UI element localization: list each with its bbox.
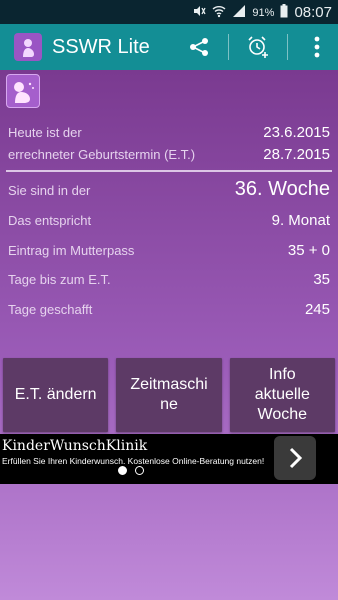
ad-banner[interactable]: KinderWunschKlinik Erfüllen Sie Ihren Ki… (0, 434, 338, 484)
ad-text: Erfüllen Sie Ihren Kinderwunsch. Kostenl… (2, 456, 265, 466)
due-date-label: errechneter Geburtstermin (E.T.) (8, 147, 196, 162)
month-value: 9. Monat (271, 212, 330, 229)
due-date-row: errechneter Geburtstermin (E.T.) 28.7.20… (8, 146, 330, 163)
mutterpass-label: Eintrag im Mutterpass (8, 243, 135, 258)
pager-dot-active (118, 466, 127, 475)
app-icon[interactable] (14, 33, 42, 61)
mutterpass-row: Eintrag im Mutterpass 35 + 0 (8, 242, 330, 259)
main-content: Heute ist der 23.6.2015 errechneter Gebu… (0, 70, 338, 600)
signal-icon (232, 4, 246, 21)
days-done-value: 245 (304, 301, 330, 318)
info-current-week-label: Info aktuelle Woche (254, 366, 310, 423)
due-date-value: 28.7.2015 (263, 146, 330, 163)
today-row: Heute ist der 23.6.2015 (8, 124, 330, 141)
app-title: SSWR Lite (52, 35, 150, 58)
days-left-label: Tage bis zum E.T. (8, 272, 111, 287)
chevron-right-icon[interactable] (274, 436, 316, 480)
wifi-icon (212, 4, 226, 21)
ad-title: KinderWunschKlinik (2, 438, 148, 454)
month-row: Das entspricht 9. Monat (8, 212, 330, 229)
clock: 08:07 (294, 4, 332, 21)
divider (6, 170, 332, 172)
week-row: Sie sind in der 36. Woche (8, 178, 330, 201)
days-left-row: Tage bis zum E.T. 35 (8, 271, 330, 288)
time-machine-label: Zeitmaschi ne (130, 376, 208, 413)
pager-dot (135, 466, 144, 475)
change-due-date-button[interactable]: E.T. ändern (3, 358, 109, 432)
week-value: 36. Woche (234, 178, 330, 200)
time-machine-button[interactable]: Zeitmaschi ne (116, 358, 222, 432)
share-icon[interactable] (178, 24, 220, 70)
change-due-date-label: E.T. ändern (14, 386, 97, 403)
info-current-week-button[interactable]: Info aktuelle Woche (229, 358, 335, 432)
mute-icon (192, 4, 207, 21)
overflow-menu-icon[interactable] (296, 24, 338, 70)
days-done-row: Tage geschafft 245 (8, 301, 330, 318)
divider (228, 34, 229, 60)
status-bar: 91% 08:07 (0, 0, 338, 24)
pregnancy-logo-icon (6, 74, 40, 108)
battery-percent: 91% (252, 6, 275, 19)
add-alarm-icon[interactable] (237, 24, 279, 70)
divider (287, 34, 288, 60)
days-done-label: Tage geschafft (8, 302, 93, 317)
mutterpass-value: 35 + 0 (287, 242, 330, 259)
month-label: Das entspricht (8, 213, 92, 228)
ad-pager (118, 466, 144, 475)
today-value: 23.6.2015 (263, 124, 330, 141)
battery-icon (280, 4, 288, 21)
today-label: Heute ist der (8, 125, 82, 140)
action-bar: SSWR Lite (0, 24, 338, 70)
week-label: Sie sind in der (8, 183, 91, 198)
days-left-value: 35 (313, 271, 330, 288)
button-row: E.T. ändern Zeitmaschi ne Info aktuelle Woc… (3, 358, 335, 432)
